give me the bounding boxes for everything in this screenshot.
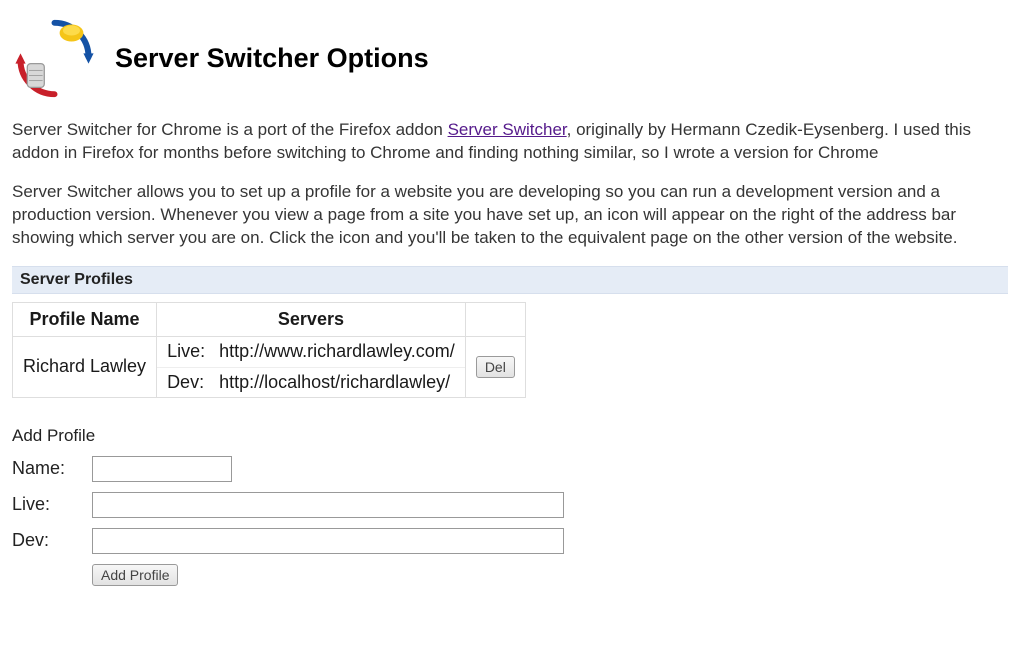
- app-logo-icon: [12, 16, 97, 101]
- delete-button[interactable]: Del: [476, 356, 515, 378]
- dev-label: Dev:: [167, 372, 219, 393]
- name-label: Name:: [12, 458, 92, 479]
- live-input[interactable]: [92, 492, 564, 518]
- col-profile-name: Profile Name: [13, 302, 157, 336]
- col-actions: [465, 302, 525, 336]
- profile-name-cell: Richard Lawley: [13, 336, 157, 397]
- live-input-label: Live:: [12, 494, 92, 515]
- intro-paragraph-1: Server Switcher for Chrome is a port of …: [12, 119, 1008, 165]
- dev-input[interactable]: [92, 528, 564, 554]
- page-title: Server Switcher Options: [115, 43, 429, 74]
- intro-text: Server Switcher for Chrome is a port of …: [12, 120, 448, 139]
- add-profile-button[interactable]: Add Profile: [92, 564, 178, 586]
- server-profiles-heading: Server Profiles: [12, 266, 1008, 294]
- live-url: http://www.richardlawley.com/: [219, 341, 455, 362]
- intro-paragraph-2: Server Switcher allows you to set up a p…: [12, 181, 1008, 250]
- add-profile-heading: Add Profile: [12, 426, 1008, 446]
- col-servers: Servers: [157, 302, 466, 336]
- actions-cell: Del: [465, 336, 525, 397]
- server-switcher-link[interactable]: Server Switcher: [448, 120, 567, 139]
- live-label: Live:: [167, 341, 219, 362]
- table-row: Richard Lawley Live: http://www.richardl…: [13, 336, 526, 397]
- name-input[interactable]: [92, 456, 232, 482]
- dev-input-label: Dev:: [12, 530, 92, 551]
- profiles-table: Profile Name Servers Richard Lawley Live…: [12, 302, 526, 398]
- dev-url: http://localhost/richardlawley/: [219, 372, 455, 393]
- page-header: Server Switcher Options: [12, 16, 1008, 101]
